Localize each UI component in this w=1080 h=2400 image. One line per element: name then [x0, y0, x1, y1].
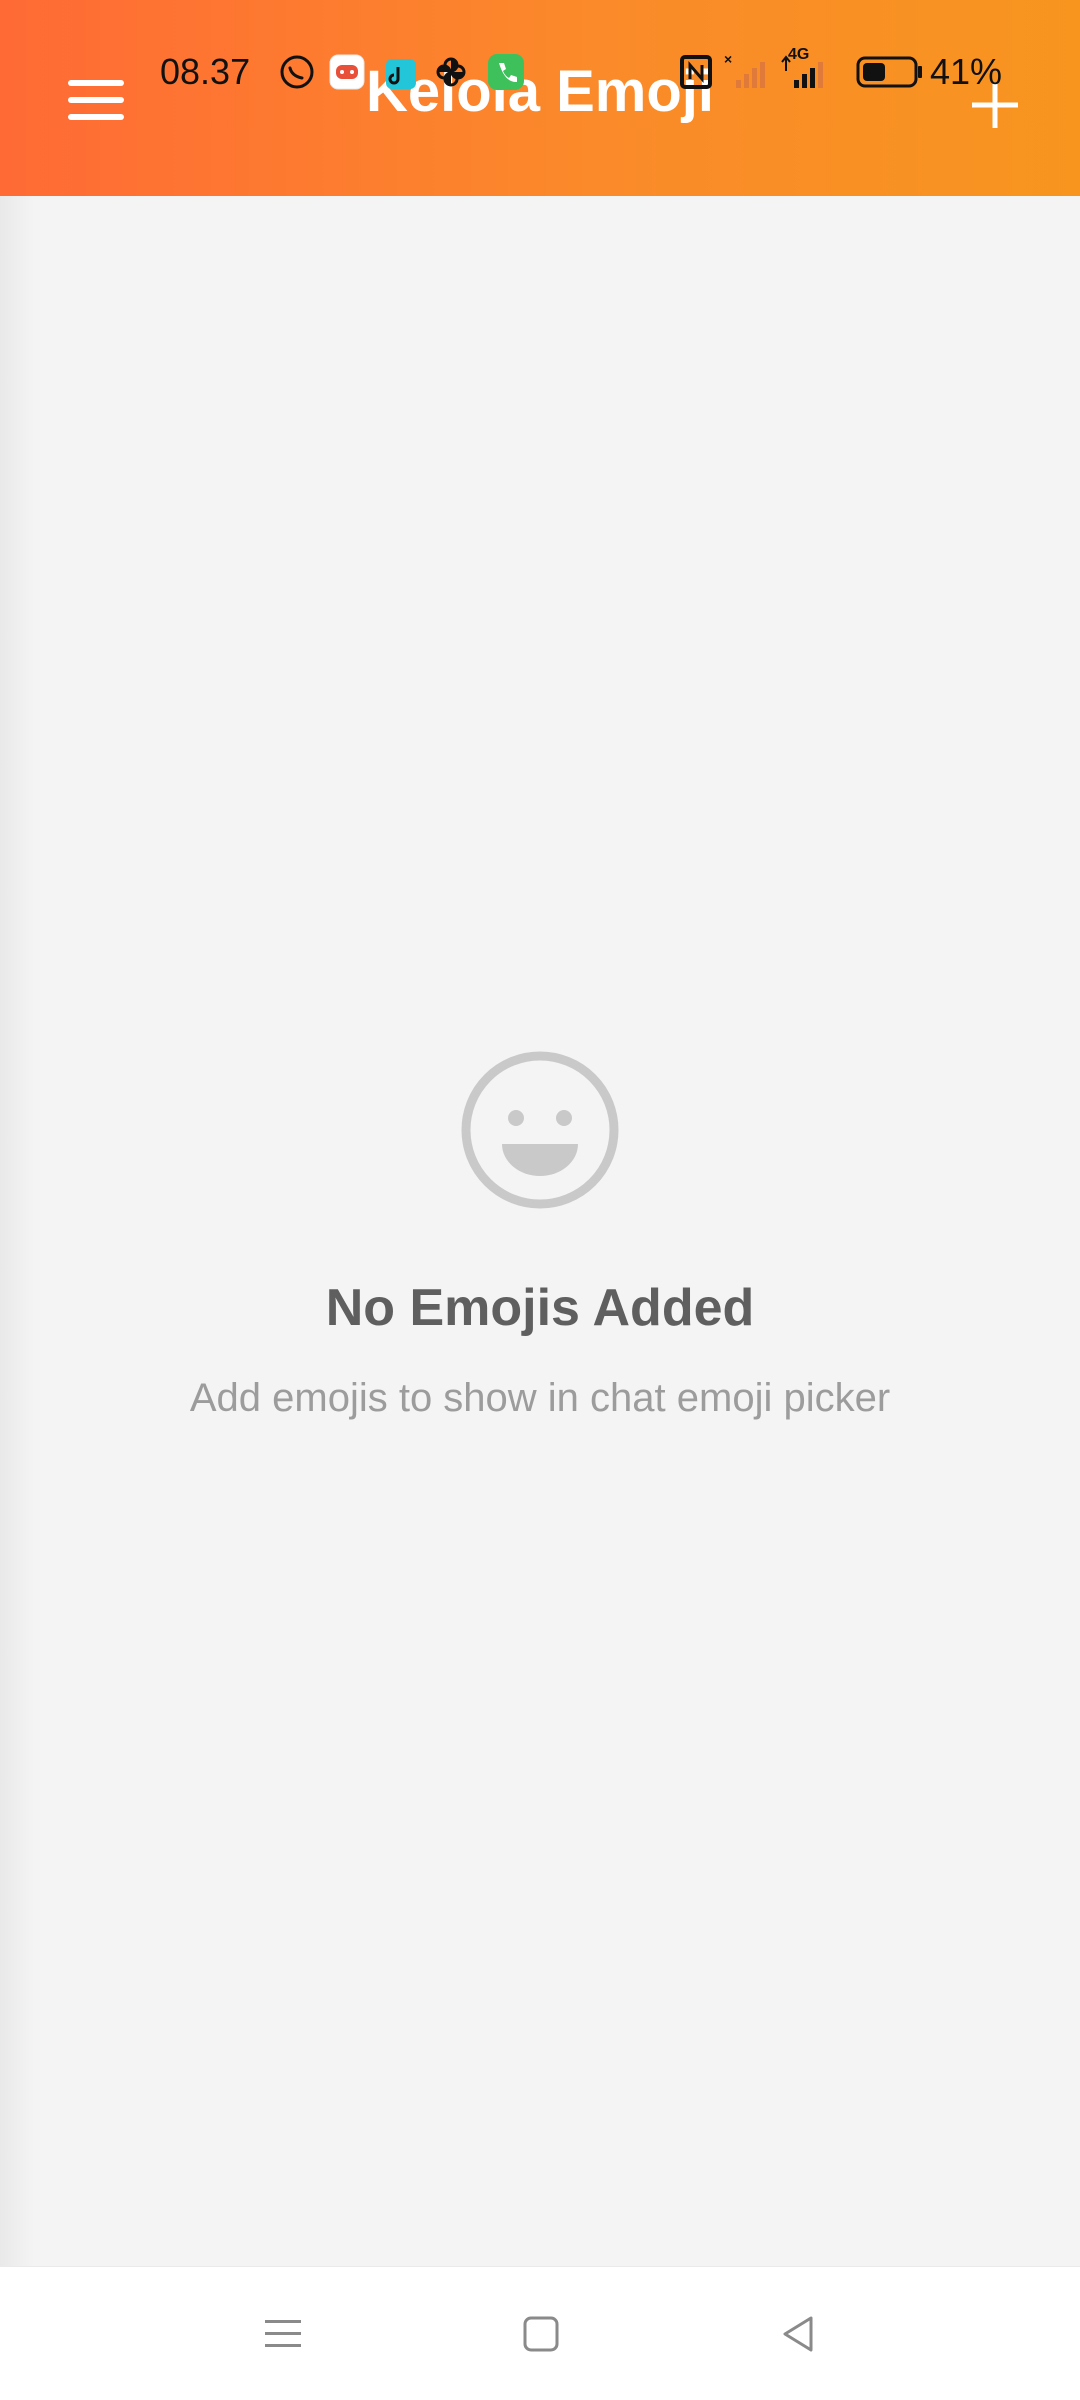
recents-button[interactable]: [248, 2299, 318, 2369]
back-button[interactable]: [764, 2299, 834, 2369]
back-icon: [783, 2316, 813, 2352]
home-icon: [523, 2316, 559, 2352]
nfc-icon: [680, 55, 712, 89]
recents-icon: [265, 2320, 301, 2347]
tiktok-icon: [386, 59, 416, 89]
edge-shade: [0, 196, 34, 2266]
status-time: 08.37: [160, 51, 251, 92]
home-button[interactable]: [506, 2299, 576, 2369]
empty-state-title: No Emojis Added: [325, 1279, 755, 1337]
whatsapp-icon: [280, 55, 314, 89]
status-bar: 08.37 × 4G 41%: [0, 40, 1080, 104]
pinwheel-icon: [436, 57, 466, 87]
smiley-face-icon: [461, 1051, 619, 1209]
svg-text:×: ×: [724, 52, 732, 67]
system-nav-bar: [0, 2266, 1080, 2400]
game-icon: [329, 54, 365, 90]
battery-percent: 41%: [930, 51, 1003, 92]
app-screen: Keloia Emoji 08.37 × 4G 41% No Emojis Ad…: [0, 0, 1080, 2400]
signal-4g-icon: 4G: [778, 46, 840, 92]
battery-icon: [856, 56, 922, 88]
empty-state-subtitle: Add emojis to show in chat emoji picker: [189, 1376, 891, 1420]
signal-icon: ×: [724, 52, 765, 88]
phone-icon: [488, 54, 524, 90]
